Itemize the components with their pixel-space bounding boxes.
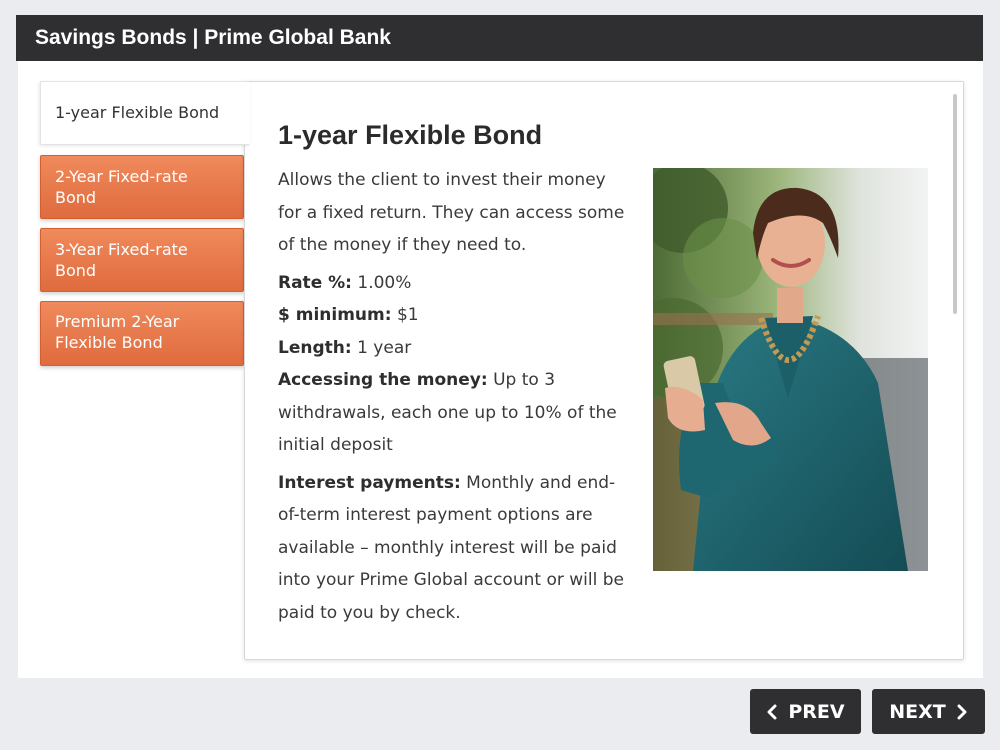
bond-details-panel: 1-year Flexible Bond Allows the client t… bbox=[244, 81, 964, 660]
bond-description: Allows the client to invest their money … bbox=[278, 164, 633, 634]
minimum-label: $ minimum: bbox=[278, 305, 392, 325]
tab-label: Premium 2-Year Flexible Bond bbox=[55, 312, 180, 352]
length-row: Length: 1 year bbox=[278, 332, 633, 365]
bond-intro: Allows the client to invest their money … bbox=[278, 170, 625, 255]
tab-label: 2-Year Fixed-rate Bond bbox=[55, 167, 188, 207]
page-header: Savings Bonds | Prime Global Bank bbox=[16, 15, 983, 61]
chevron-left-icon bbox=[767, 704, 777, 719]
interest-row: Interest payments: Monthly and end-of-te… bbox=[278, 467, 633, 630]
content-scrollbar[interactable] bbox=[953, 94, 957, 314]
length-value: 1 year bbox=[357, 337, 412, 358]
rate-value: 1.00% bbox=[357, 272, 412, 293]
next-label: NEXT bbox=[889, 700, 946, 723]
minimum-value: $1 bbox=[396, 305, 419, 325]
length-label: Length: bbox=[278, 337, 352, 358]
access-row: Accessing the money: Up to 3 withdrawals… bbox=[278, 364, 633, 462]
tab-premium-2-year-flexible-bond[interactable]: Premium 2-Year Flexible Bond bbox=[40, 301, 244, 366]
rate-row: Rate %: 1.00% bbox=[278, 267, 633, 300]
bond-title: 1-year Flexible Bond bbox=[278, 120, 543, 150]
bond-tab-list: 1-year Flexible Bond 2-Year Fixed-rate B… bbox=[40, 81, 250, 375]
prev-button[interactable]: PREV bbox=[750, 689, 861, 734]
minimum-row: $ minimum: $1 bbox=[278, 299, 633, 332]
tab-2-year-fixed-rate-bond[interactable]: 2-Year Fixed-rate Bond bbox=[40, 155, 244, 219]
chevron-right-icon bbox=[957, 704, 967, 719]
next-button[interactable]: NEXT bbox=[872, 689, 985, 734]
rate-label: Rate %: bbox=[278, 272, 352, 293]
tab-label: 3-Year Fixed-rate Bond bbox=[55, 240, 188, 280]
interest-label: Interest payments: bbox=[278, 472, 461, 493]
page-title: Savings Bonds | Prime Global Bank bbox=[35, 26, 391, 49]
interest-value: Monthly and end-of-term interest payment… bbox=[278, 472, 624, 623]
tab-1-year-flexible-bond[interactable]: 1-year Flexible Bond bbox=[40, 81, 250, 145]
access-label: Accessing the money: bbox=[278, 370, 488, 390]
prev-label: PREV bbox=[788, 700, 845, 723]
tab-3-year-fixed-rate-bond[interactable]: 3-Year Fixed-rate Bond bbox=[40, 228, 244, 292]
woman-with-phone-photo bbox=[653, 168, 928, 571]
tab-label: 1-year Flexible Bond bbox=[55, 103, 220, 122]
